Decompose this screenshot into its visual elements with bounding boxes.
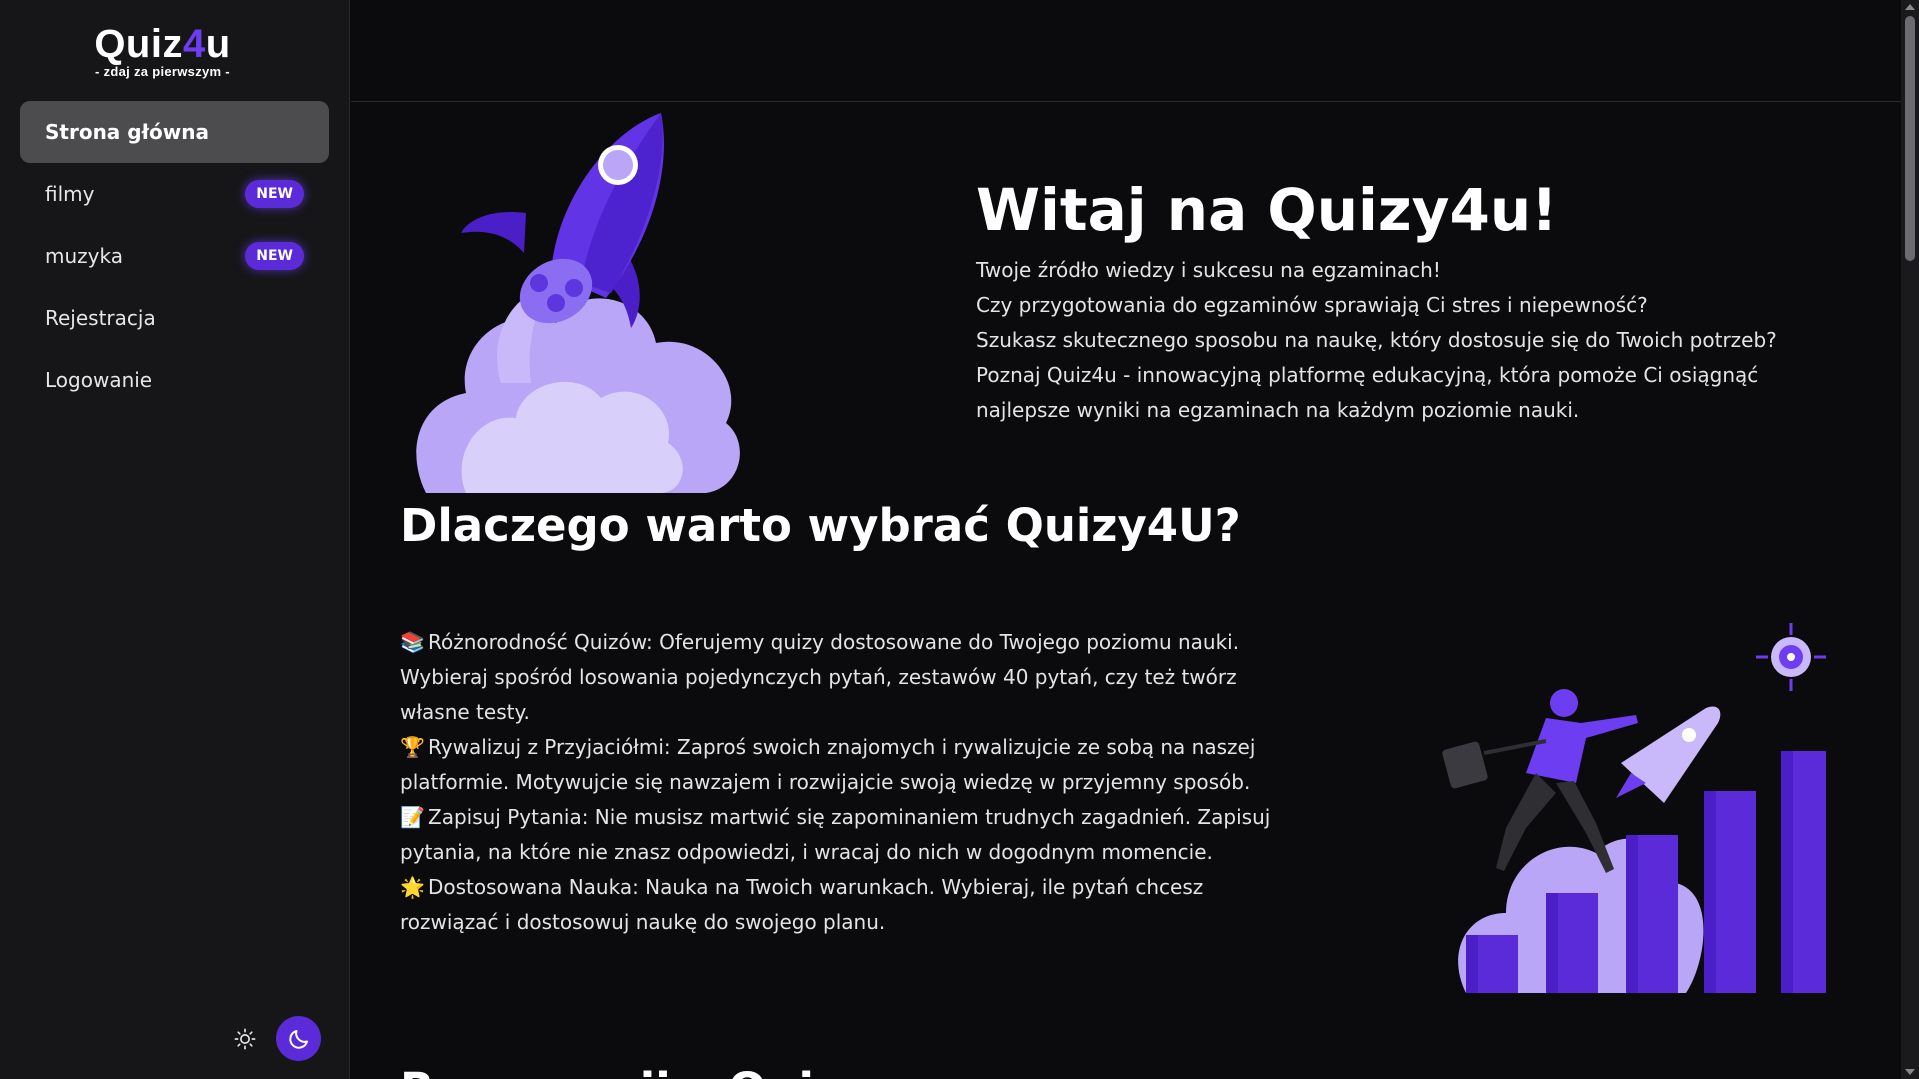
hero-line: Twoje źródło wiedzy i sukcesu na egzamin… xyxy=(976,258,1441,282)
star-icon: 🌟 xyxy=(400,875,425,899)
hero-title: Witaj na Quizy4u! xyxy=(976,176,1558,244)
feature-item: 📚 Różnorodność Quizów: Oferujemy quizy do… xyxy=(400,625,1280,730)
scroll-down-arrow-icon[interactable] xyxy=(1905,1069,1915,1075)
scroll-thumb[interactable] xyxy=(1905,16,1915,261)
feature-item: 🌟 Dostosowana Nauka: Nauka na Twoich waru… xyxy=(400,870,1280,940)
page-scrollbar[interactable] xyxy=(1901,0,1919,1079)
top-bar xyxy=(351,0,1901,102)
hero-description: Twoje źródło wiedzy i sukcesu na egzamin… xyxy=(976,253,1856,428)
why-section-title: Dlaczego warto wybrać Quizy4U? xyxy=(400,499,1241,552)
dark-mode-button[interactable] xyxy=(276,1016,321,1061)
app-root: Quiz4u - zdaj za pierwszym - Strona głów… xyxy=(0,0,1919,1079)
logo-title: Quiz4u xyxy=(0,22,325,66)
logo-part1: Quiz xyxy=(94,22,183,66)
sun-icon xyxy=(234,1028,256,1049)
books-icon: 📚 xyxy=(400,630,425,654)
features-list: 📚 Różnorodność Quizów: Oferujemy quizy do… xyxy=(400,625,1280,940)
sidebar-item-label: Strona główna xyxy=(45,120,209,144)
sidebar-item-label: Logowanie xyxy=(45,368,153,392)
hero-line: Szukasz skutecznego sposobu na naukę, kt… xyxy=(976,328,1777,352)
hero-line: Poznaj Quiz4u - innowacyjną platformę ed… xyxy=(976,363,1759,422)
feature-item: 🏆 Rywalizuj z Przyjaciółmi: Zaproś swoich… xyxy=(400,730,1280,800)
sidebar-nav: Strona główna filmy NEW muzyka NEW Rejes… xyxy=(20,101,329,411)
logo-part2: u xyxy=(205,22,231,66)
logo[interactable]: Quiz4u - zdaj za pierwszym - xyxy=(0,22,325,79)
sidebar-item-movies[interactable]: filmy NEW xyxy=(20,163,329,225)
theme-toggle xyxy=(230,1016,321,1061)
sidebar-item-label: filmy xyxy=(45,182,95,206)
moon-icon xyxy=(288,1029,308,1049)
sidebar: Quiz4u - zdaj za pierwszym - Strona głów… xyxy=(0,0,350,1079)
sidebar-item-home[interactable]: Strona główna xyxy=(20,101,329,163)
growth-illustration xyxy=(1442,623,1826,993)
feature-text: Różnorodność Quizów: Oferujemy quizy dos… xyxy=(400,630,1240,724)
logo-tagline: - zdaj za pierwszym - xyxy=(95,64,230,79)
memo-icon: 📝 xyxy=(400,805,425,829)
logo-accent: 4 xyxy=(182,22,206,66)
new-badge: NEW xyxy=(245,180,304,208)
main-content: Witaj na Quizy4u! Twoje źródło wiedzy i … xyxy=(351,103,1901,1079)
next-section-title: Rozpocznij z Quizy xyxy=(400,1063,869,1079)
feature-text: Rywalizuj z Przyjaciółmi: Zaproś swoich … xyxy=(400,735,1256,794)
scroll-up-arrow-icon[interactable] xyxy=(1905,4,1915,10)
feature-item: 📝 Zapisuj Pytania: Nie musisz martwić się… xyxy=(400,800,1280,870)
rocket-illustration xyxy=(416,113,740,493)
sidebar-item-label: Rejestracja xyxy=(45,306,156,330)
new-badge: NEW xyxy=(245,242,304,270)
sidebar-item-login[interactable]: Logowanie xyxy=(20,349,329,411)
hero-line: Czy przygotowania do egzaminów sprawiają… xyxy=(976,293,1648,317)
feature-text: Zapisuj Pytania: Nie musisz martwić się … xyxy=(400,805,1271,864)
sidebar-item-music[interactable]: muzyka NEW xyxy=(20,225,329,287)
sidebar-item-label: muzyka xyxy=(45,244,123,268)
feature-text: Dostosowana Nauka: Nauka na Twoich warun… xyxy=(400,875,1204,934)
hero-section: Witaj na Quizy4u! Twoje źródło wiedzy i … xyxy=(976,175,1856,428)
trophy-icon: 🏆 xyxy=(400,735,425,759)
sidebar-item-register[interactable]: Rejestracja xyxy=(20,287,329,349)
light-mode-button[interactable] xyxy=(230,1024,260,1054)
